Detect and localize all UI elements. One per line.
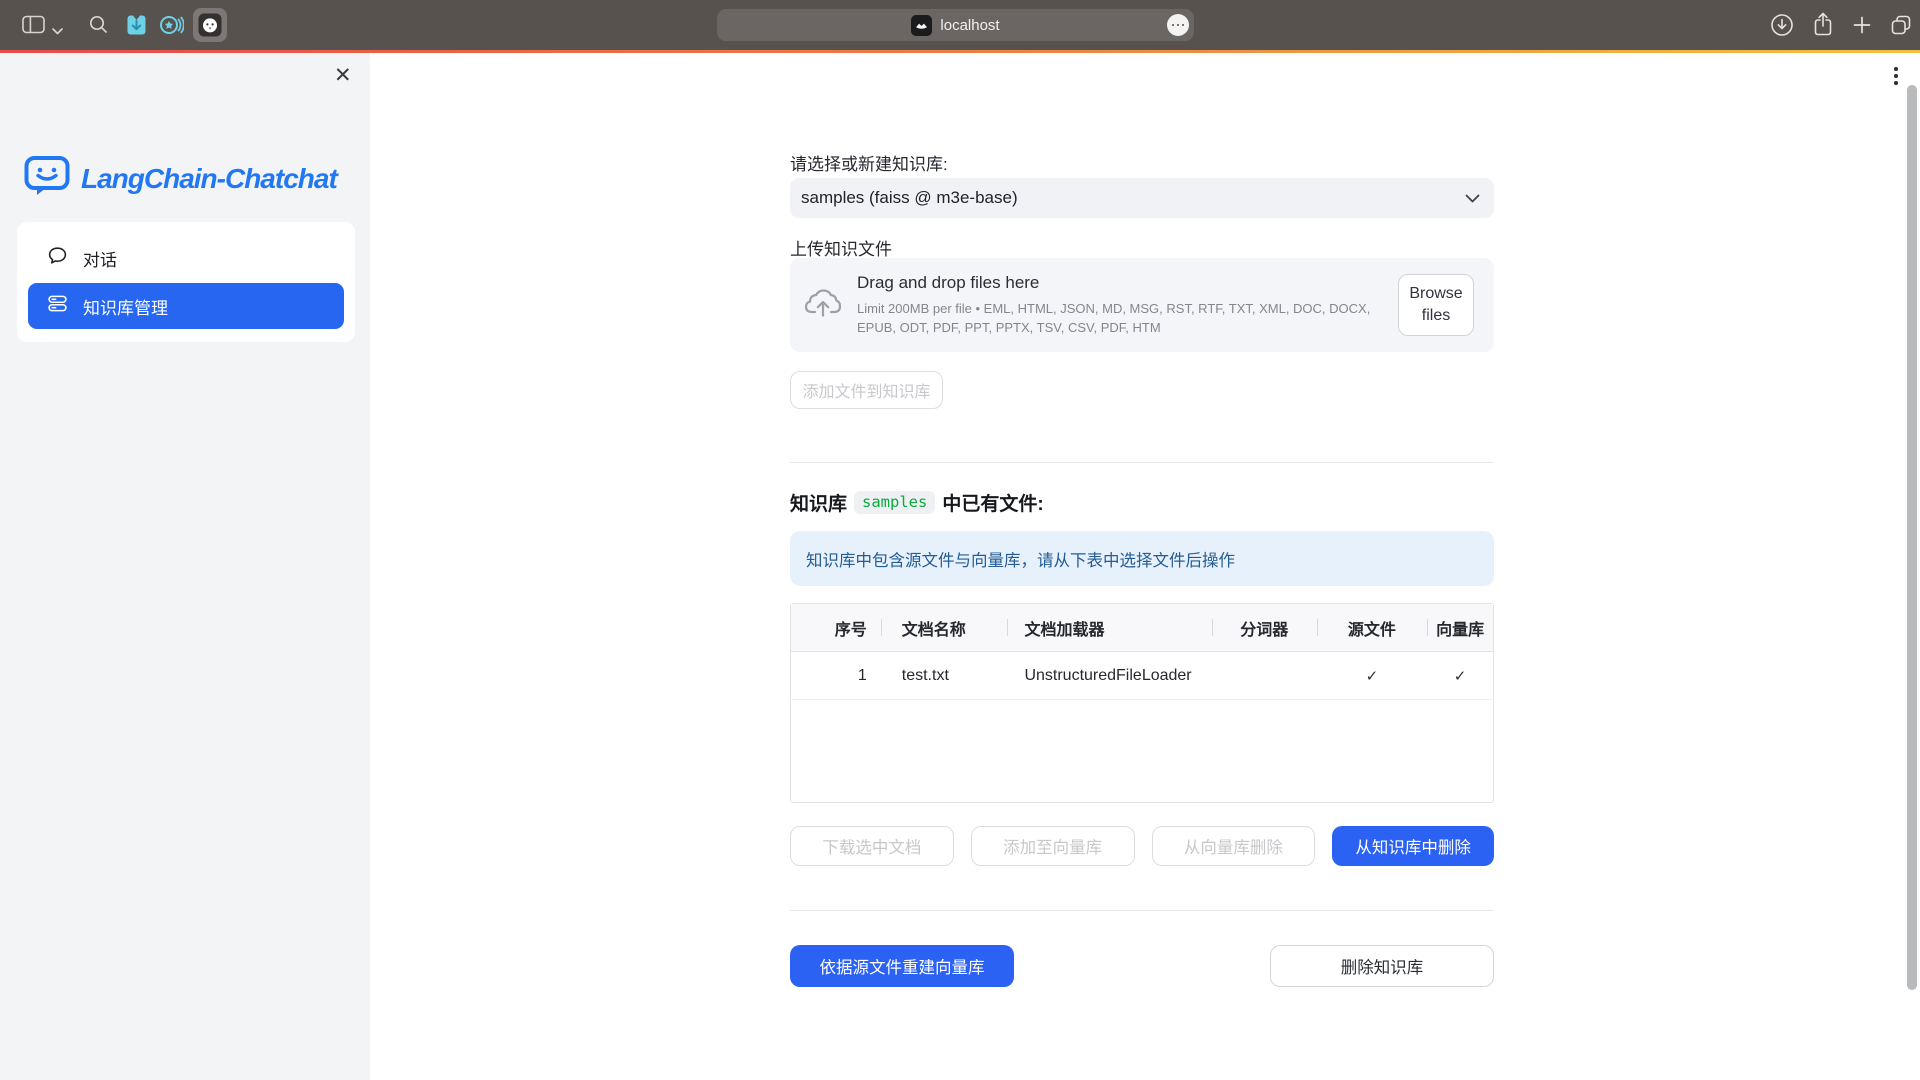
cat-catch-extension-icon[interactable] [125, 13, 148, 42]
kb-name-code: samples [854, 491, 935, 514]
cell-loader: UnstructuredFileLoader [1007, 652, 1211, 699]
sidebar: ✕ LangChain-Chatchat 对话 知识库管理 [0, 53, 370, 1080]
chat-icon [47, 245, 68, 271]
extensions-more-icon[interactable] [1167, 14, 1189, 36]
address-url: localhost [940, 17, 999, 34]
col-header-vector: 向量库 [1427, 604, 1493, 651]
divider [790, 910, 1494, 911]
chat-bubble-logo-icon [24, 155, 70, 202]
dropzone-limit: Limit 200MB per file • EML, HTML, JSON, … [857, 300, 1382, 338]
cell-source-check: ✓ [1317, 652, 1428, 699]
cloud-upload-icon [802, 284, 844, 327]
share-icon[interactable] [1812, 11, 1834, 43]
delete-from-kb-button[interactable]: 从知识库中删除 [1332, 826, 1494, 866]
cell-vector-check: ✓ [1427, 652, 1493, 699]
kb-select-label: 请选择或新建知识库: [790, 150, 1494, 175]
file-action-buttons: 下载选中文档 添加至向量库 从向量库删除 从知识库中删除 [790, 826, 1494, 866]
col-header-splitter: 分词器 [1212, 604, 1317, 651]
sidebar-item-label: 知识库管理 [83, 294, 168, 319]
file-dropzone[interactable]: Drag and drop files here Limit 200MB per… [790, 258, 1494, 352]
sidebar-item-label: 对话 [83, 246, 117, 271]
delete-kb-button[interactable]: 删除知识库 [1270, 945, 1494, 987]
kb-select[interactable]: samples (faiss @ m3e-base) [790, 178, 1494, 218]
kb-select-value: samples (faiss @ m3e-base) [801, 188, 1018, 208]
page-scrollbar[interactable] [1907, 85, 1917, 990]
address-bar[interactable]: localhost [717, 9, 1194, 41]
browser-toolbar: localhost [0, 0, 1920, 50]
kb-action-buttons: 依据源文件重建向量库 删除知识库 [790, 945, 1494, 987]
files-table: 序号 文档名称 文档加载器 分词器 源文件 向量库 1 test.txt Uns… [790, 603, 1494, 803]
tab-overview-icon[interactable] [1889, 13, 1913, 42]
sidebar-item-knowledge-base[interactable]: 知识库管理 [28, 283, 344, 329]
select-chevron-down-icon [1465, 188, 1480, 208]
dropzone-title: Drag and drop files here [857, 273, 1385, 293]
delete-from-vector-button[interactable]: 从向量库删除 [1152, 826, 1316, 866]
add-files-button[interactable]: 添加文件到知识库 [790, 371, 943, 409]
upload-label: 上传知识文件 [790, 235, 1494, 260]
streamlit-favicon [911, 15, 932, 36]
chevron-down-icon[interactable] [52, 22, 63, 40]
col-header-index: 序号 [791, 604, 881, 651]
cell-splitter [1212, 652, 1317, 699]
search-icon[interactable] [89, 15, 108, 39]
main-content: 请选择或新建知识库: samples (faiss @ m3e-base) 上传… [790, 0, 1494, 1080]
col-header-docname: 文档名称 [881, 604, 1008, 651]
database-icon [47, 293, 68, 319]
kb-files-heading-prefix: 知识库 [790, 489, 847, 516]
sidebar-nav: 对话 知识库管理 [17, 222, 355, 342]
info-banner: 知识库中包含源文件与向量库，请从下表中选择文件后操作 [790, 531, 1494, 586]
live-badge-extension-icon[interactable] [159, 13, 184, 42]
cell-docname: test.txt [881, 652, 1008, 699]
kb-files-heading-suffix: 中已有文件: [942, 489, 1043, 516]
app-logo: LangChain-Chatchat [24, 155, 337, 202]
add-to-vector-button[interactable]: 添加至向量库 [971, 826, 1135, 866]
kb-files-heading: 知识库 samples 中已有文件: [790, 489, 1494, 516]
table-row[interactable]: 1 test.txt UnstructuredFileLoader ✓ ✓ [791, 652, 1493, 700]
sidebar-close-icon[interactable]: ✕ [334, 65, 352, 86]
decoration-stripe [0, 50, 1920, 53]
dropzone-text: Drag and drop files here Limit 200MB per… [857, 273, 1385, 338]
download-selected-button[interactable]: 下载选中文档 [790, 826, 954, 866]
sidebar-item-dialogue[interactable]: 对话 [28, 235, 344, 281]
browse-files-button[interactable]: Browse files [1398, 274, 1474, 336]
cell-index: 1 [791, 652, 881, 699]
downloads-icon[interactable] [1770, 13, 1794, 42]
new-tab-icon[interactable] [1853, 16, 1871, 39]
github-extension-icon[interactable] [193, 8, 227, 42]
table-header-row: 序号 文档名称 文档加载器 分词器 源文件 向量库 [791, 604, 1493, 652]
rebuild-vector-store-button[interactable]: 依据源文件重建向量库 [790, 945, 1014, 987]
app-menu-kebab-icon[interactable] [1894, 67, 1898, 85]
divider [790, 462, 1494, 463]
col-header-source: 源文件 [1317, 604, 1428, 651]
sidebar-toggle-icon[interactable] [22, 15, 45, 39]
col-header-loader: 文档加载器 [1007, 604, 1211, 651]
app-logo-text: LangChain-Chatchat [81, 163, 337, 195]
